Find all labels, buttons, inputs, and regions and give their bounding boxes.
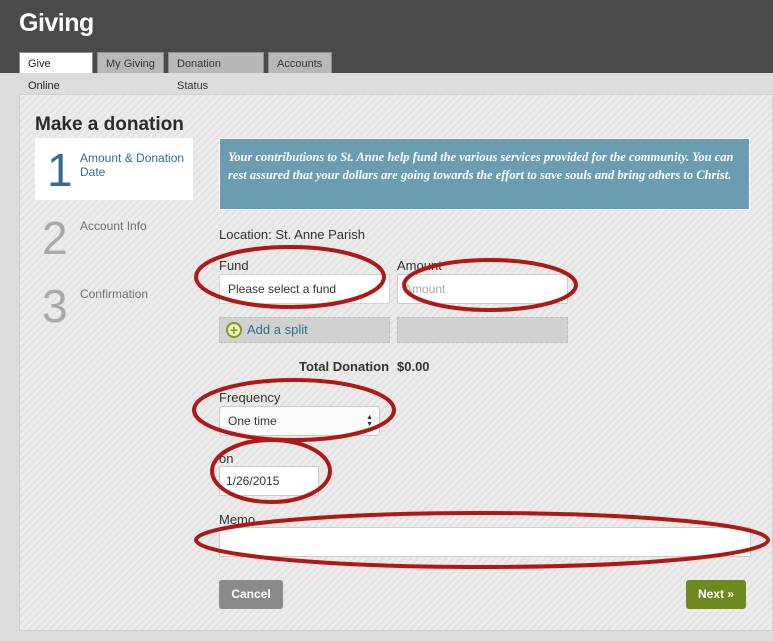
- tab-my-giving[interactable]: My Giving: [97, 52, 164, 73]
- total-donation-value: $0.00: [397, 359, 430, 374]
- info-message: Your contributions to St. Anne help fund…: [219, 138, 750, 210]
- memo-label: Memo: [219, 512, 256, 527]
- step-number: 1: [47, 144, 73, 196]
- step-label: Confirmation: [80, 287, 149, 301]
- date-input[interactable]: [219, 466, 319, 496]
- date-label: on: [219, 451, 234, 466]
- up-down-arrows-icon: ▲ ▼: [366, 414, 373, 428]
- tab-bar: Give Online My Giving Donation Status Ac…: [19, 52, 336, 92]
- step-label: Amount & Donation Date: [80, 151, 185, 179]
- amount-input[interactable]: [397, 274, 568, 304]
- frequency-label: Frequency: [219, 390, 281, 405]
- cancel-button[interactable]: Cancel: [219, 580, 283, 609]
- fund-select[interactable]: Please select a fund: [219, 274, 390, 304]
- frequency-select[interactable]: One time ▲ ▼: [219, 406, 380, 436]
- total-donation-label: Total Donation: [299, 359, 390, 374]
- location-label: Location: St. Anne Parish: [219, 227, 365, 242]
- step-number: 3: [42, 280, 68, 332]
- fund-label: Fund: [219, 258, 249, 273]
- step-account-info: 2 Account Info: [20, 213, 190, 263]
- tab-donation-status[interactable]: Donation Status: [168, 52, 264, 92]
- frequency-value: One time: [228, 414, 277, 428]
- step-confirmation: 3 Confirmation: [20, 281, 190, 331]
- amount-label: Amount: [397, 258, 442, 273]
- step-label: Account Info: [80, 219, 147, 233]
- tab-accounts[interactable]: Accounts: [268, 52, 332, 73]
- memo-input[interactable]: [219, 527, 751, 557]
- plus-icon: +: [226, 322, 242, 338]
- add-split-button[interactable]: + Add a split: [219, 317, 390, 343]
- step-number: 2: [42, 212, 68, 264]
- tab-give-online[interactable]: Give Online: [19, 52, 93, 92]
- split-amount-placeholder: [397, 317, 568, 343]
- donation-panel: Make a donation 1 Amount & Donation Date…: [19, 94, 773, 631]
- app-title: Giving: [19, 9, 94, 37]
- next-button[interactable]: Next »: [686, 580, 746, 609]
- add-split-label: Add a split: [247, 322, 308, 337]
- page-title: Make a donation: [35, 114, 184, 135]
- step-amount-date: 1 Amount & Donation Date: [35, 138, 193, 200]
- app-header: Giving Give Online My Giving Donation St…: [0, 0, 773, 92]
